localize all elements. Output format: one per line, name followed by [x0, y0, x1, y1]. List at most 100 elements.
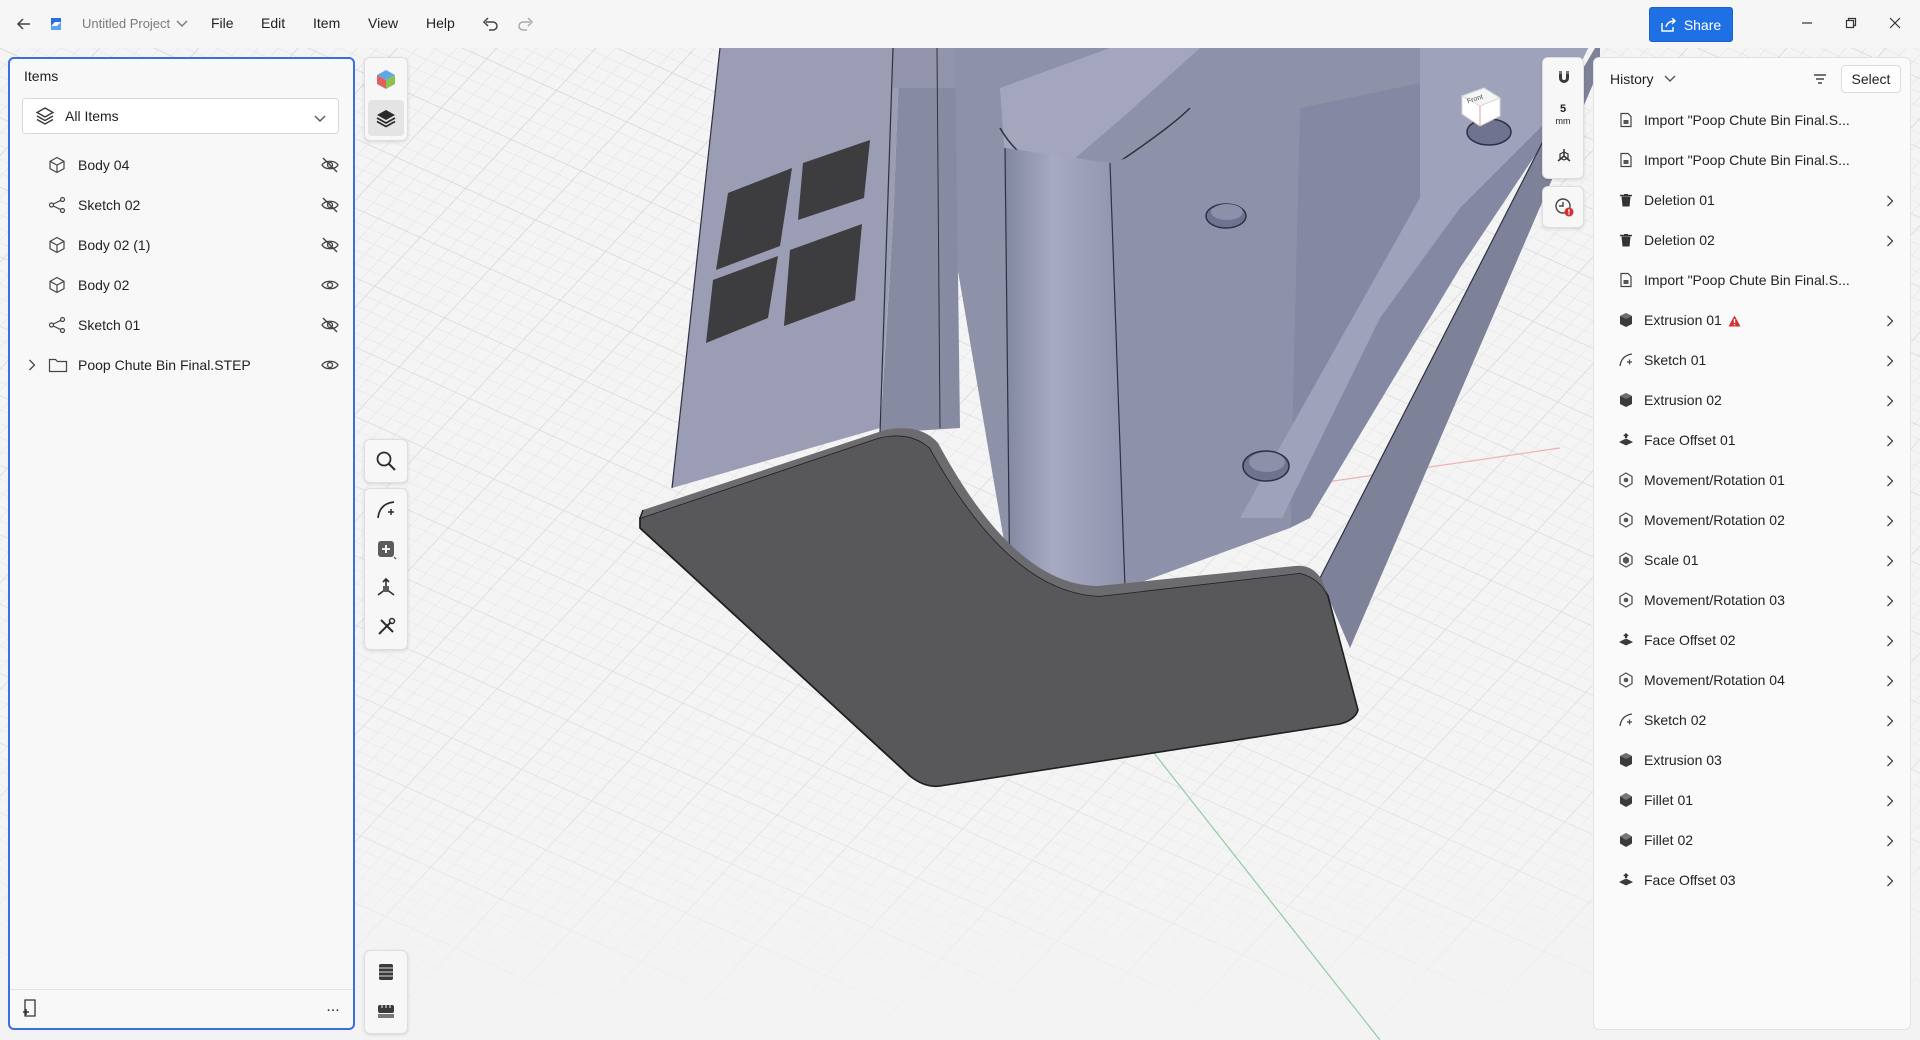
chevron-right-icon[interactable] — [1886, 554, 1894, 570]
section-view-icon[interactable] — [368, 954, 404, 990]
search-icon[interactable] — [368, 443, 404, 479]
select-button[interactable]: Select — [1841, 65, 1901, 93]
item-row-sketch-01[interactable]: Sketch 01 — [20, 307, 345, 343]
sketch-curve-tool-icon[interactable] — [368, 492, 404, 528]
item-row-body-02[interactable]: Body 02 — [20, 267, 345, 303]
chevron-right-icon[interactable] — [1886, 474, 1894, 490]
history-item[interactable]: Extrusion 03 — [1602, 741, 1902, 779]
eye-icon[interactable] — [320, 356, 340, 374]
snap-axes-icon[interactable] — [1546, 138, 1582, 174]
chevron-right-icon[interactable] — [1886, 834, 1894, 850]
history-item[interactable]: Movement/Rotation 04 — [1602, 661, 1902, 699]
filter-icon[interactable] — [1806, 65, 1834, 93]
chevron-right-icon[interactable] — [1886, 674, 1894, 690]
history-item[interactable]: Sketch 01 — [1602, 341, 1902, 379]
history-item[interactable]: Extrusion 01 — [1602, 301, 1902, 339]
history-item-label: Face Offset 02 — [1644, 632, 1736, 648]
redo-icon[interactable] — [514, 12, 538, 36]
item-label: Body 02 — [78, 277, 130, 293]
back-arrow-icon[interactable] — [12, 12, 36, 36]
chevron-right-icon[interactable] — [1886, 594, 1894, 610]
chevron-right-icon[interactable] — [1886, 514, 1894, 530]
history-item[interactable]: Scale 01 — [1602, 541, 1902, 579]
history-item-text: Deletion 02 — [1644, 232, 1715, 248]
minimize-icon[interactable] — [1792, 8, 1822, 38]
chevron-right-icon[interactable] — [28, 358, 36, 374]
tools-icon[interactable] — [368, 609, 404, 645]
menu-item[interactable]: Item — [313, 15, 340, 31]
transform-tool-icon[interactable] — [368, 570, 404, 606]
chevron-right-icon[interactable] — [1886, 874, 1894, 890]
import-icon — [1618, 152, 1634, 168]
movement-icon — [1618, 512, 1634, 528]
chevron-right-icon[interactable] — [1886, 234, 1894, 250]
magnet-icon[interactable] — [1546, 60, 1582, 96]
item-row-sketch-02[interactable]: Sketch 02 — [20, 187, 345, 223]
history-item[interactable]: Fillet 02 — [1602, 821, 1902, 859]
menu-file[interactable]: File — [211, 15, 234, 31]
project-name-dropdown[interactable]: Untitled Project — [82, 16, 188, 31]
history-item-text: Face Offset 02 — [1644, 632, 1736, 648]
items-filter-dropdown[interactable]: All Items — [22, 98, 339, 134]
item-row-poop-chute-bin-step[interactable]: Poop Chute Bin Final.STEP — [20, 347, 345, 383]
history-item[interactable]: Deletion 01 — [1602, 181, 1902, 219]
eye-off-icon[interactable] — [320, 316, 340, 334]
history-item-label: Import "Poop Chute Bin Final.S... — [1644, 152, 1850, 168]
item-row-body-02-1[interactable]: Body 02 (1) — [20, 227, 345, 263]
menu-view[interactable]: View — [368, 15, 398, 31]
grid-scale-readout[interactable]: 5 mm — [1543, 103, 1583, 127]
close-icon[interactable] — [1880, 8, 1910, 38]
face-offset-icon — [1618, 872, 1634, 888]
import-icon — [1618, 272, 1634, 288]
history-item[interactable]: Sketch 02 — [1602, 701, 1902, 739]
history-item[interactable]: Face Offset 03 — [1602, 861, 1902, 899]
measure-icon[interactable] — [368, 993, 404, 1029]
history-item[interactable]: Movement/Rotation 03 — [1602, 581, 1902, 619]
item-row-body-04[interactable]: Body 04 — [20, 147, 345, 183]
share-icon — [1661, 17, 1676, 32]
menu-edit[interactable]: Edit — [261, 15, 285, 31]
history-dropdown[interactable]: History — [1610, 71, 1676, 87]
material-cube-icon[interactable] — [368, 61, 404, 97]
item-label: Sketch 02 — [78, 197, 141, 213]
chevron-right-icon[interactable] — [1886, 354, 1894, 370]
eye-icon[interactable] — [320, 276, 340, 294]
chevron-right-icon[interactable] — [1886, 434, 1894, 450]
clock-alert-icon[interactable] — [1546, 189, 1582, 225]
history-item[interactable]: Movement/Rotation 01 — [1602, 461, 1902, 499]
chevron-right-icon[interactable] — [1886, 754, 1894, 770]
history-item[interactable]: Deletion 02 — [1602, 221, 1902, 259]
menu-help[interactable]: Help — [426, 15, 455, 31]
add-page-icon[interactable] — [20, 998, 42, 1020]
face-offset-icon — [1618, 432, 1634, 448]
item-label: Body 04 — [78, 157, 130, 173]
chevron-right-icon[interactable] — [1886, 394, 1894, 410]
chevron-right-icon[interactable] — [1886, 194, 1894, 210]
add-primitive-icon[interactable] — [368, 531, 404, 567]
history-item-text: Face Offset 03 — [1644, 872, 1736, 888]
items-panel: Items All Items Body 04 Sketch 02 Body 0… — [8, 57, 355, 1030]
history-item[interactable]: Import "Poop Chute Bin Final.S... — [1602, 101, 1902, 139]
history-item[interactable]: Face Offset 01 — [1602, 421, 1902, 459]
chevron-right-icon[interactable] — [1886, 794, 1894, 810]
view-cube[interactable]: Front — [1458, 84, 1504, 130]
eye-off-icon[interactable] — [320, 196, 340, 214]
history-item[interactable]: Import "Poop Chute Bin Final.S... — [1602, 261, 1902, 299]
chevron-right-icon[interactable] — [1886, 634, 1894, 650]
eye-off-icon[interactable] — [320, 236, 340, 254]
history-item-label: Face Offset 03 — [1644, 872, 1736, 888]
history-item[interactable]: Fillet 01 — [1602, 781, 1902, 819]
chevron-right-icon[interactable] — [1886, 714, 1894, 730]
face-offset-icon — [1618, 632, 1634, 648]
layers-icon[interactable] — [368, 100, 404, 136]
chevron-right-icon[interactable] — [1886, 314, 1894, 330]
share-button[interactable]: Share — [1649, 7, 1733, 42]
more-options-button[interactable]: ... — [321, 998, 345, 1020]
eye-off-icon[interactable] — [320, 156, 340, 174]
undo-icon[interactable] — [478, 12, 502, 36]
history-item[interactable]: Movement/Rotation 02 — [1602, 501, 1902, 539]
restore-icon[interactable] — [1836, 8, 1866, 38]
history-item[interactable]: Face Offset 02 — [1602, 621, 1902, 659]
history-item[interactable]: Import "Poop Chute Bin Final.S... — [1602, 141, 1902, 179]
history-item[interactable]: Extrusion 02 — [1602, 381, 1902, 419]
